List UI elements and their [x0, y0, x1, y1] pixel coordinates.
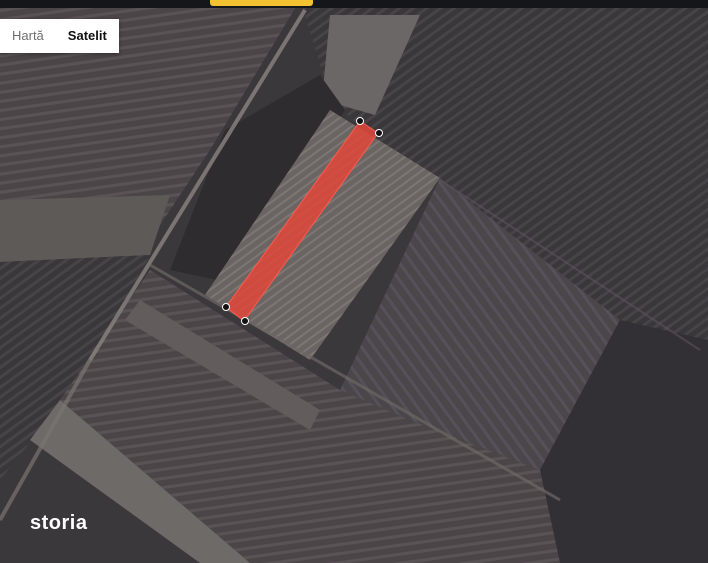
parcel-vertex-marker[interactable]	[222, 303, 230, 311]
parcel-vertex-marker[interactable]	[356, 117, 364, 125]
satellite-imagery	[0, 0, 708, 563]
top-accent-tab[interactable]	[210, 0, 313, 6]
parcel-vertex-marker[interactable]	[375, 129, 383, 137]
map-type-harta-button[interactable]: Hartă	[0, 19, 56, 53]
storia-logo: storia	[30, 512, 88, 534]
top-bar	[0, 0, 708, 8]
parcel-vertex-marker[interactable]	[241, 317, 249, 325]
satellite-map[interactable]	[0, 0, 708, 563]
field-strip-left	[0, 195, 170, 262]
map-type-switcher: Hartă Satelit	[0, 19, 119, 53]
map-type-satelit-button[interactable]: Satelit	[56, 19, 119, 53]
